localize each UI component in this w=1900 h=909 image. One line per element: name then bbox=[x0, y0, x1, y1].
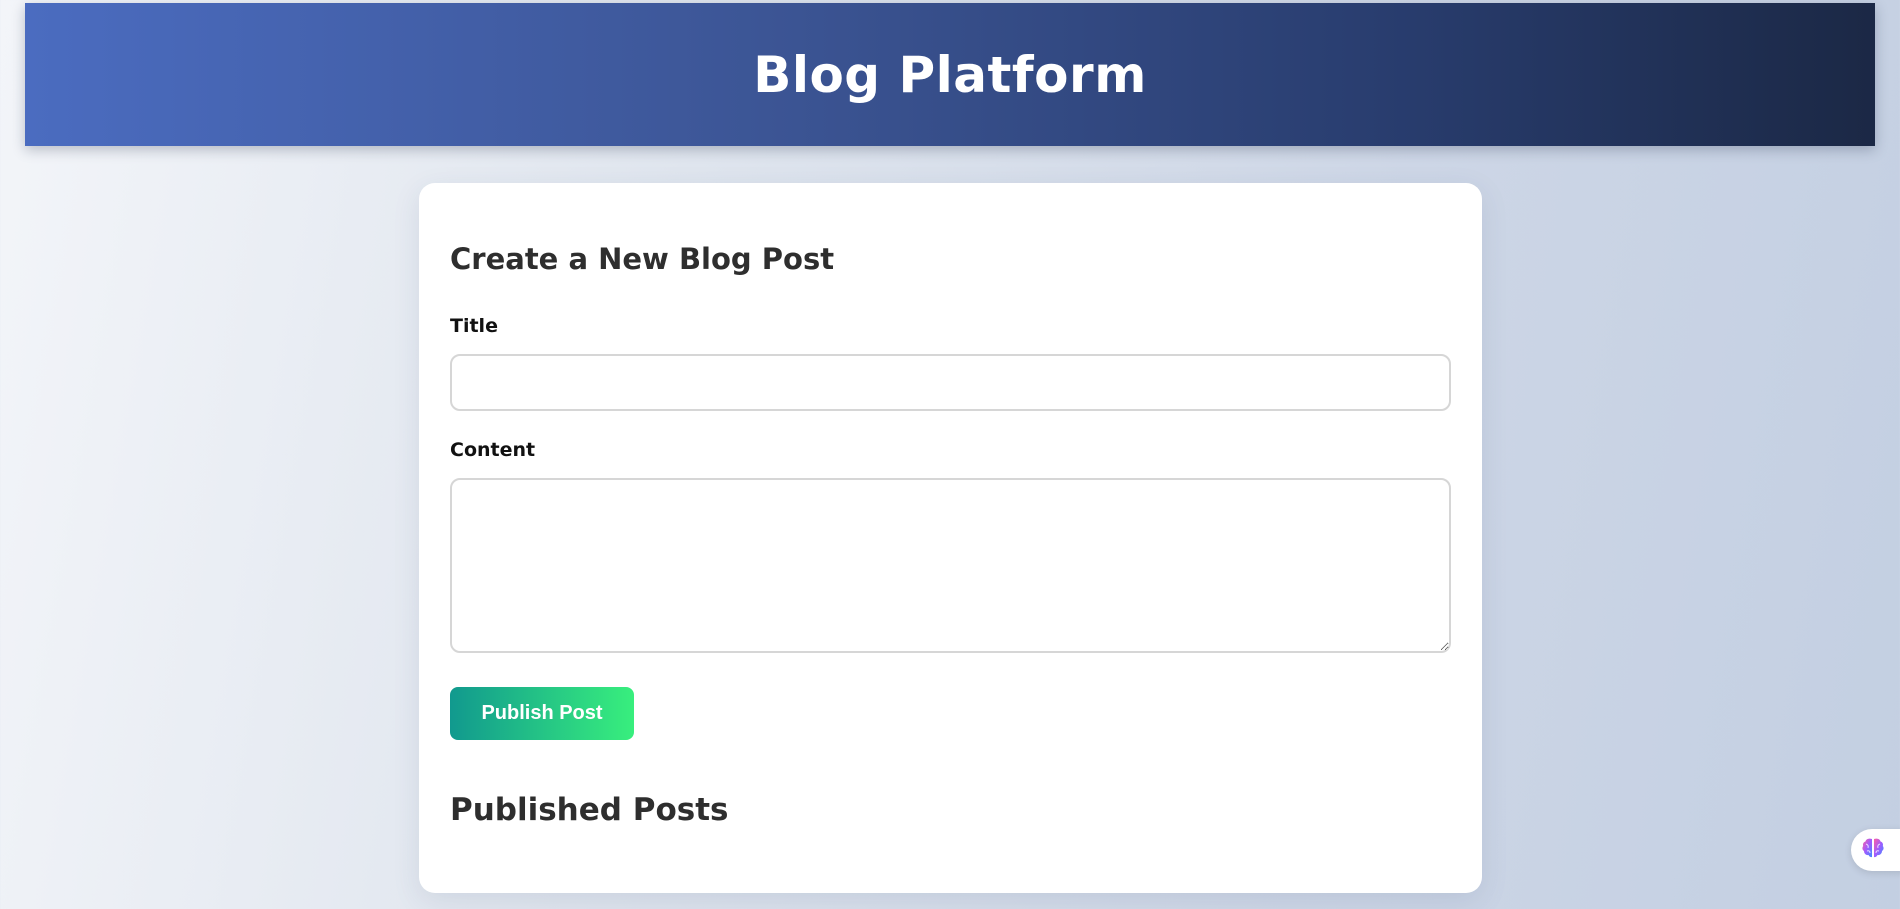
assistant-widget-button[interactable] bbox=[1851, 829, 1900, 871]
title-input[interactable] bbox=[450, 354, 1451, 411]
brain-icon bbox=[1861, 837, 1885, 863]
site-header: Blog Platform bbox=[25, 3, 1875, 146]
content-textarea[interactable] bbox=[450, 478, 1451, 653]
published-posts-list bbox=[450, 843, 1451, 863]
content-label: Content bbox=[450, 439, 536, 461]
publish-post-button[interactable]: Publish Post bbox=[450, 687, 634, 740]
published-posts-heading: Published Posts bbox=[450, 792, 729, 828]
post-form-card: Create a New Blog Post Title Content Pub… bbox=[419, 183, 1482, 893]
title-label: Title bbox=[450, 315, 498, 337]
form-heading: Create a New Blog Post bbox=[450, 242, 835, 276]
site-title: Blog Platform bbox=[753, 45, 1147, 104]
